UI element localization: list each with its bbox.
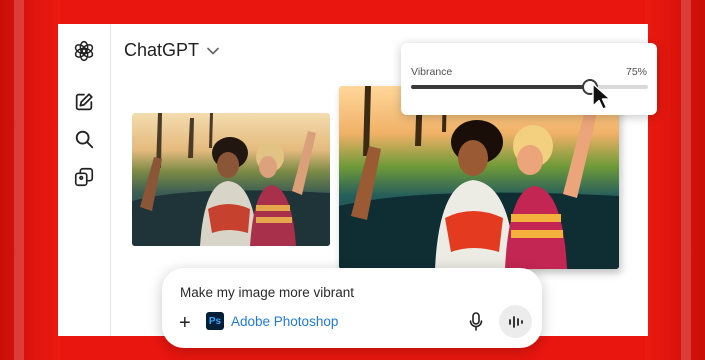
mouse-cursor-icon [592, 83, 611, 110]
original-photo [132, 113, 330, 246]
library-icon[interactable] [73, 166, 95, 188]
prompt-input[interactable]: Make my image more vibrant [180, 285, 354, 300]
new-chat-icon[interactable] [73, 91, 95, 113]
background-edge-left [0, 0, 60, 360]
prompt-composer: Make my image more vibrant + Ps Adobe Ph… [162, 268, 542, 348]
sidebar [58, 24, 111, 336]
voice-waveform-icon [508, 315, 523, 328]
photoshop-app-chip[interactable]: Ps Adobe Photoshop [206, 312, 338, 330]
photoshop-icon: Ps [206, 312, 224, 330]
vibrance-value: 75% [625, 66, 647, 78]
add-attachment-button[interactable]: + [179, 313, 191, 333]
vibrance-slider-panel: Vibrance 75% [401, 43, 657, 115]
background-fold [681, 0, 691, 360]
background-fold [14, 0, 24, 360]
photoshop-label: Adobe Photoshop [231, 313, 339, 329]
model-selector[interactable]: ChatGPT [124, 40, 219, 61]
voice-mode-button[interactable] [499, 305, 532, 338]
search-icon[interactable] [73, 128, 95, 150]
app-title: ChatGPT [124, 40, 200, 60]
openai-logo-icon[interactable] [73, 40, 95, 62]
chevron-down-icon [207, 47, 219, 54]
vibrance-label: Vibrance [411, 66, 453, 78]
microphone-icon[interactable] [469, 312, 483, 332]
vibrance-slider-fill [411, 85, 589, 89]
